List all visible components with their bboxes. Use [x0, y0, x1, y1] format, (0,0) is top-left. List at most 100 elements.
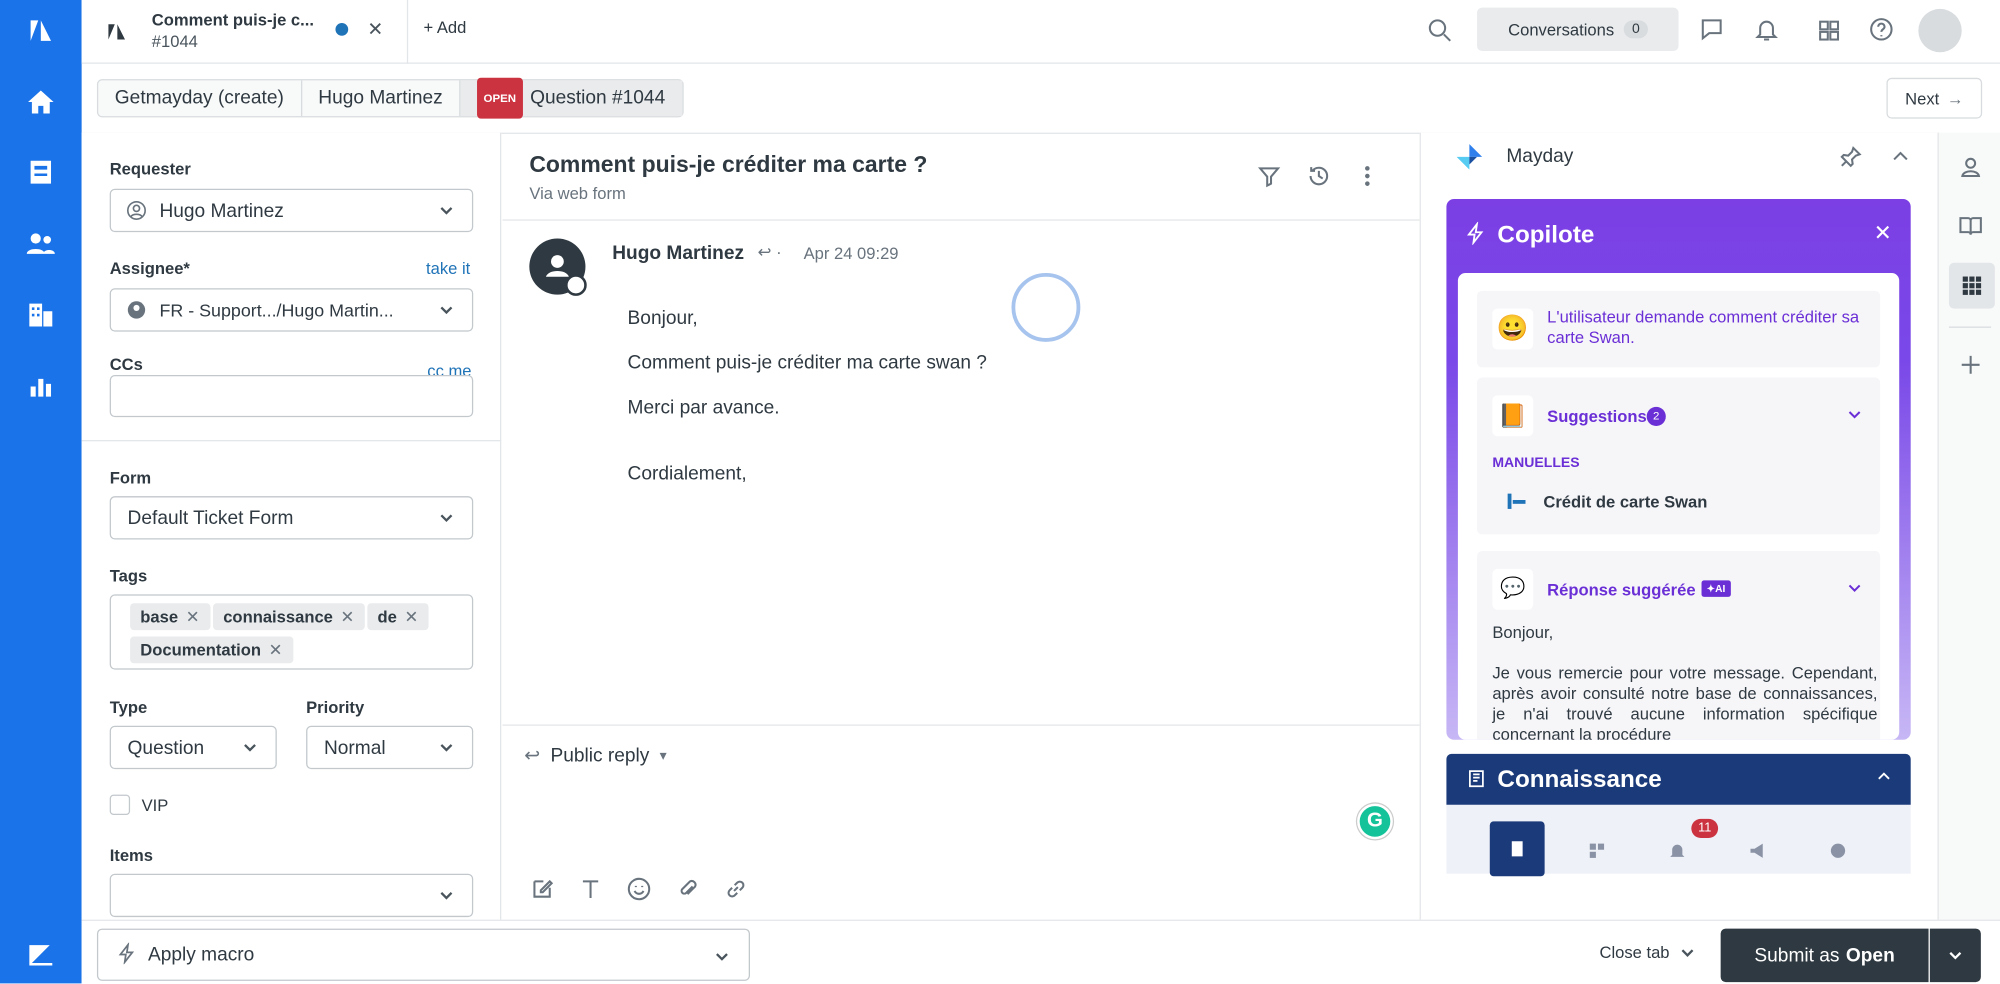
- collapse-icon[interactable]: [1888, 144, 1914, 170]
- chevron-down-icon: [242, 739, 257, 754]
- views-icon[interactable]: [23, 154, 59, 190]
- bell-icon[interactable]: [1667, 841, 1687, 868]
- message-timestamp: Apr 24 09:29: [803, 243, 899, 263]
- tag[interactable]: de ✕: [367, 603, 429, 631]
- vip-checkbox[interactable]: [109, 794, 131, 816]
- close-tab-button[interactable]: Close tab: [1599, 943, 1695, 962]
- group-icon: [126, 300, 146, 320]
- knowledge-icon: [1466, 768, 1488, 796]
- user-profile-icon[interactable]: [1958, 154, 1984, 180]
- answer-greeting: Bonjour,: [1492, 622, 1554, 642]
- requester-field[interactable]: Hugo Martinez: [109, 188, 474, 233]
- text-format-icon[interactable]: [578, 876, 604, 902]
- user-icon: [126, 200, 146, 220]
- breadcrumb-user[interactable]: Hugo Martinez: [302, 80, 461, 117]
- organizations-icon[interactable]: [23, 297, 59, 333]
- ai-badge: ✦AI: [1701, 580, 1731, 597]
- article-marker: [1507, 493, 1512, 509]
- pin-icon[interactable]: [1838, 144, 1864, 170]
- avatar[interactable]: [1918, 8, 1962, 53]
- connaissance-toolbar: 11: [1446, 804, 1911, 877]
- submit-button[interactable]: Submit as Open: [1720, 928, 1929, 983]
- conversations-button[interactable]: Conversations 0: [1477, 7, 1679, 52]
- chevron-down-icon[interactable]: [1847, 406, 1862, 429]
- search-icon[interactable]: [1427, 18, 1453, 44]
- author-name[interactable]: Hugo Martinez: [612, 242, 744, 264]
- link-icon[interactable]: [723, 876, 749, 902]
- help-icon[interactable]: [1869, 17, 1895, 43]
- zendesk-z-icon[interactable]: [23, 936, 59, 972]
- apps-icon[interactable]: [1816, 18, 1842, 44]
- remove-tag-icon[interactable]: ✕: [269, 640, 283, 659]
- chevron-down-icon: [439, 301, 454, 316]
- breadcrumb-ticket[interactable]: OPEN Question #1044: [460, 77, 682, 119]
- attachment-icon[interactable]: [675, 876, 701, 902]
- tag[interactable]: connaissance ✕: [213, 603, 365, 631]
- type-select[interactable]: Question: [109, 725, 277, 770]
- summary-text: L'utilisateur demande comment créditer s…: [1547, 307, 1860, 347]
- widgets-icon[interactable]: [1587, 841, 1607, 868]
- items-select[interactable]: [109, 873, 474, 918]
- settings-icon[interactable]: [1828, 841, 1848, 868]
- grammarly-icon[interactable]: G: [1357, 803, 1393, 840]
- zendesk-logo-icon[interactable]: [23, 13, 59, 49]
- chevron-down-icon: [1681, 948, 1694, 957]
- knowledge-book-icon[interactable]: [1958, 213, 1984, 239]
- home-icon[interactable]: [23, 84, 59, 120]
- next-button[interactable]: Next →: [1886, 77, 1983, 119]
- lightning-icon: [116, 941, 138, 971]
- apply-macro-select[interactable]: Apply macro: [96, 928, 750, 981]
- items-label: Items: [109, 845, 154, 865]
- chevron-up-icon[interactable]: [1874, 767, 1894, 794]
- status-badge: OPEN: [477, 77, 523, 119]
- connaissance-header[interactable]: Connaissance: [1446, 753, 1911, 805]
- ticket-tab[interactable]: Comment puis-je c... #1044 ✕: [82, 0, 409, 64]
- tags-input[interactable]: base ✕ connaissance ✕ de ✕ Documentation ✕: [109, 594, 474, 670]
- tag[interactable]: Documentation ✕: [130, 636, 293, 664]
- divider: [81, 440, 502, 442]
- smile-emoji-icon: 😀: [1492, 308, 1534, 350]
- breadcrumb-org[interactable]: Getmayday (create): [98, 80, 302, 117]
- submit-options-button[interactable]: [1929, 928, 1981, 983]
- take-it-link[interactable]: take it: [426, 259, 470, 278]
- chevron-down-icon[interactable]: [1847, 579, 1862, 602]
- chevron-down-icon: [439, 739, 454, 754]
- apps-panel-button[interactable]: [1948, 262, 1995, 309]
- notifications-icon[interactable]: [1754, 17, 1780, 43]
- more-options-icon[interactable]: [1355, 163, 1381, 189]
- compose-icon[interactable]: [529, 876, 555, 902]
- assignee-field[interactable]: FR - Support.../Hugo Martin...: [109, 288, 474, 332]
- breadcrumb: Getmayday (create) Hugo Martinez OPEN Que…: [96, 77, 684, 119]
- avatar: [529, 238, 587, 296]
- answer-text: Je vous remercie pour votre message. Cep…: [1492, 663, 1878, 740]
- add-tab-button[interactable]: + Add: [423, 18, 466, 37]
- filter-icon[interactable]: [1256, 163, 1282, 189]
- chat-icon[interactable]: [1699, 17, 1725, 43]
- remove-tag-icon[interactable]: ✕: [405, 607, 419, 626]
- add-app-icon[interactable]: [1958, 352, 1984, 378]
- main-nav: [0, 0, 82, 984]
- close-icon[interactable]: ✕: [1874, 221, 1892, 247]
- chevron-down-icon: [1949, 951, 1962, 960]
- reponse-title[interactable]: Réponse suggérée: [1547, 580, 1695, 599]
- customers-icon[interactable]: [23, 226, 59, 262]
- emoji-icon[interactable]: [626, 876, 652, 902]
- form-select[interactable]: Default Ticket Form: [109, 496, 474, 540]
- unsaved-dot: [335, 22, 349, 36]
- knowledge-base-tab[interactable]: [1489, 821, 1545, 877]
- suggestions-title[interactable]: Suggestions: [1547, 407, 1647, 426]
- reporting-icon[interactable]: [23, 369, 59, 405]
- remove-tag-icon[interactable]: ✕: [186, 607, 200, 626]
- ccs-input[interactable]: [109, 374, 474, 418]
- close-tab-icon[interactable]: ✕: [367, 18, 383, 41]
- history-icon[interactable]: [1306, 163, 1332, 189]
- tag[interactable]: base ✕: [130, 603, 210, 631]
- suggested-article-link[interactable]: Crédit de carte Swan: [1543, 492, 1707, 511]
- reply-icon: ↩ ·: [757, 242, 782, 262]
- book-emoji-icon: 📙: [1492, 395, 1534, 437]
- assignee-label: Assignee*: [109, 258, 190, 279]
- remove-tag-icon[interactable]: ✕: [341, 607, 355, 626]
- priority-select[interactable]: Normal: [306, 725, 474, 770]
- megaphone-icon[interactable]: [1747, 841, 1767, 868]
- chevron-down-icon: [439, 202, 454, 217]
